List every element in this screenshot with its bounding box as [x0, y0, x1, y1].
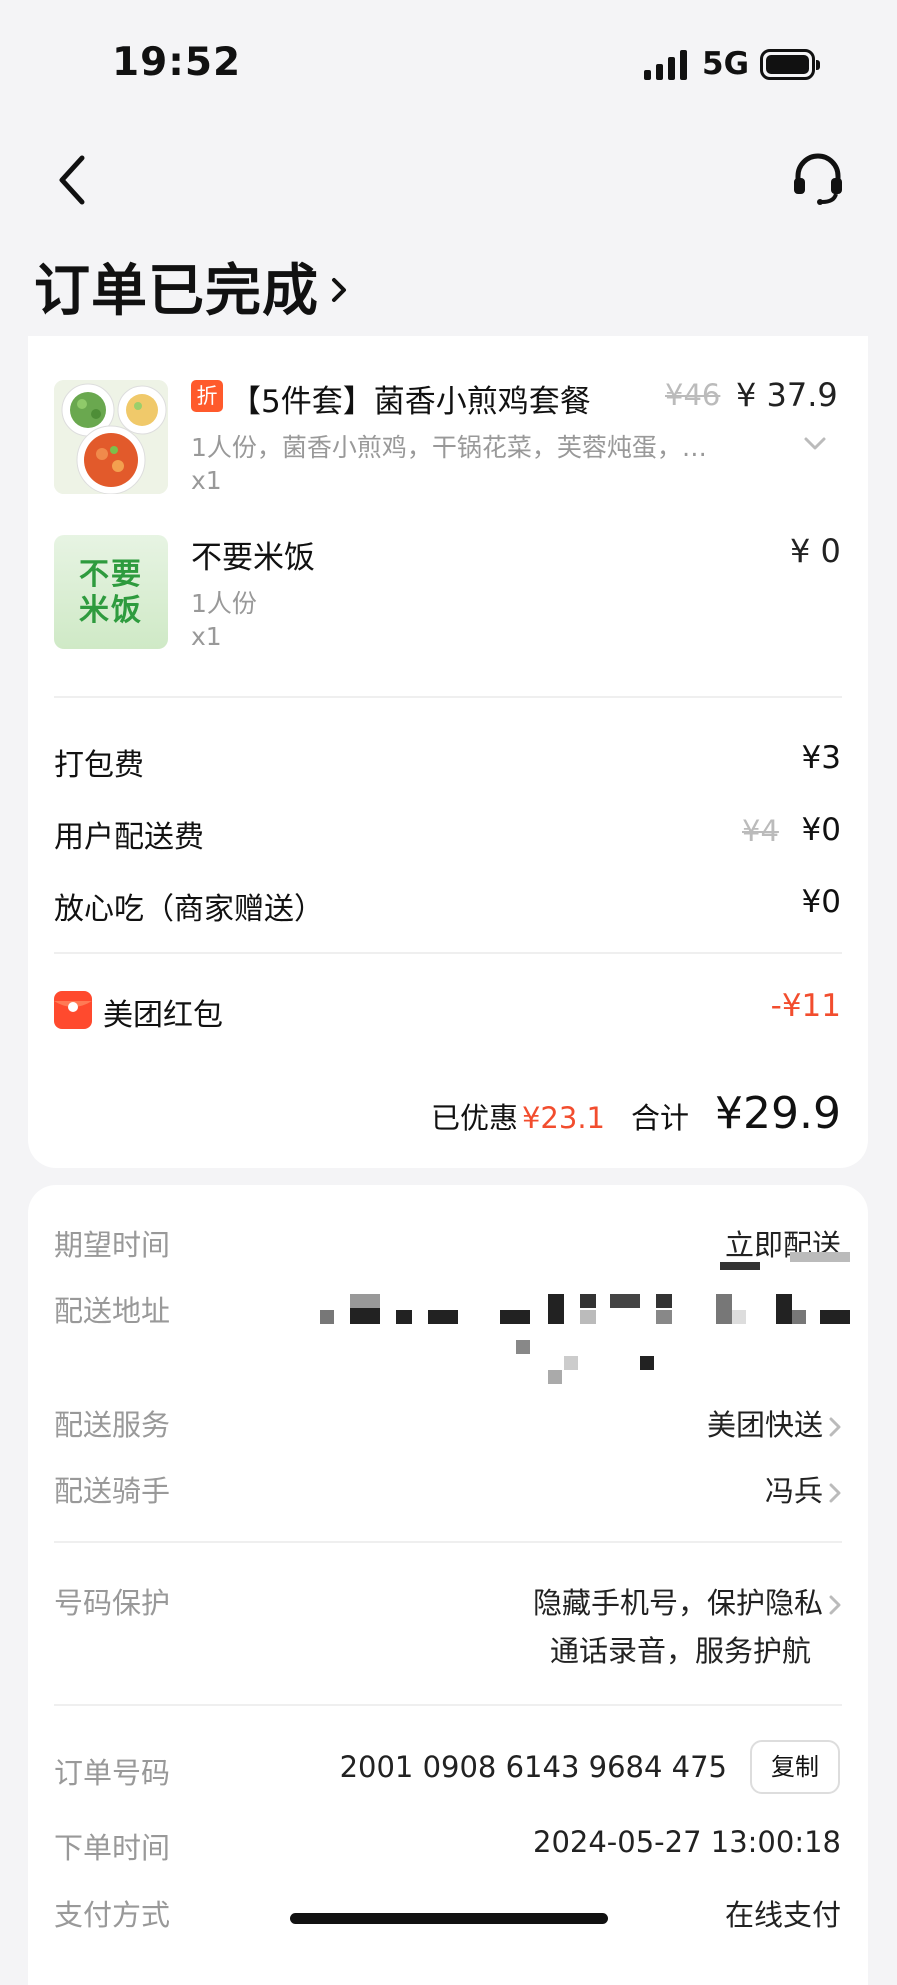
divider — [54, 1541, 842, 1543]
order-time-value: 2024-05-27 13:00:18 — [533, 1825, 841, 1859]
signal-icon — [644, 50, 687, 80]
discount-label: 已优惠 — [430, 1101, 518, 1135]
item-price: ¥ 0 — [790, 532, 841, 570]
item-original-price: ¥46 — [665, 378, 721, 412]
item-quantity: x1 — [191, 466, 222, 495]
expected-time-label: 期望时间 — [54, 1228, 171, 1262]
discount-value: ¥23.1 — [521, 1101, 606, 1135]
chevron-right-icon — [829, 1417, 841, 1437]
divider — [54, 696, 842, 698]
copy-button[interactable]: 复制 — [750, 1740, 840, 1794]
item-name[interactable]: 【5件套】菌香小煎鸡套餐 — [230, 376, 591, 421]
address-label: 配送地址 — [54, 1294, 171, 1328]
chevron-down-icon[interactable] — [803, 436, 827, 452]
payment-method-value: 在线支付 — [724, 1898, 841, 1932]
order-number-value: 2001 0908 6143 9684 475 — [339, 1750, 727, 1784]
rider-link[interactable]: 冯兵 — [765, 1468, 841, 1510]
order-number-label: 订单号码 — [54, 1756, 171, 1790]
rider-value: 冯兵 — [764, 1474, 823, 1508]
number-protection-line2: 通话录音，服务护航 — [549, 1634, 811, 1668]
packing-fee-value: ¥3 — [801, 740, 841, 776]
divider — [54, 1704, 842, 1706]
item-quantity: x1 — [191, 622, 222, 651]
address-redacted — [320, 1252, 880, 1390]
status-time: 19:52 — [112, 40, 242, 85]
item-name[interactable]: 不要米饭 — [191, 532, 315, 577]
battery-icon — [760, 49, 820, 80]
payment-method-label: 支付方式 — [54, 1898, 171, 1932]
delivery-service-link[interactable]: 美团快送 — [707, 1402, 841, 1444]
meal-set-image[interactable] — [54, 380, 168, 494]
order-time-label: 下单时间 — [54, 1831, 171, 1865]
discount-badge: 折 — [191, 380, 223, 412]
red-packet-value: -¥11 — [770, 988, 841, 1024]
no-rice-image[interactable]: 不要米饭 — [54, 535, 168, 649]
order-status-link[interactable]: 订单已完成 — [34, 246, 347, 327]
chevron-right-icon — [829, 1595, 841, 1615]
headset-icon[interactable] — [790, 152, 846, 206]
total-label: 合计 — [631, 1101, 690, 1135]
safe-eat-value: ¥0 — [801, 884, 841, 920]
page-title: 订单已完成 — [34, 259, 319, 324]
order-summary: 已优惠 ¥23.1 合计 ¥29.9 — [431, 1088, 841, 1139]
red-packet-icon — [54, 991, 92, 1029]
number-protection-label: 号码保护 — [54, 1586, 171, 1620]
item-price: ¥ 37.9 — [736, 376, 838, 414]
network-type: 5G — [702, 46, 750, 82]
item-description: 1人份 — [191, 589, 257, 618]
chevron-left-icon[interactable] — [52, 152, 100, 208]
no-rice-image-text: 不要米饭 — [79, 557, 143, 628]
rider-label: 配送骑手 — [54, 1474, 171, 1508]
safe-eat-label: 放心吃（商家赠送） — [54, 892, 324, 927]
packing-fee-label: 打包费 — [54, 748, 144, 783]
total-value: ¥29.9 — [715, 1088, 841, 1139]
home-indicator[interactable] — [290, 1913, 608, 1924]
number-protection-link[interactable]: 隐藏手机号，保护隐私 — [533, 1580, 841, 1622]
delivery-fee-value: ¥0 — [801, 812, 841, 848]
delivery-service-label: 配送服务 — [54, 1408, 171, 1442]
number-protection-line1: 隐藏手机号，保护隐私 — [532, 1586, 823, 1620]
delivery-service-value: 美团快送 — [706, 1408, 823, 1442]
red-packet-label: 美团红包 — [103, 998, 223, 1033]
chevron-right-icon — [829, 1483, 841, 1503]
chevron-right-icon — [332, 277, 346, 302]
divider — [54, 952, 842, 954]
delivery-fee-original: ¥4 — [742, 814, 779, 848]
delivery-fee-label: 用户配送费 — [54, 820, 204, 855]
item-description: 1人份，菌香小煎鸡，干锅花菜，芙蓉炖蛋，… — [191, 433, 707, 462]
